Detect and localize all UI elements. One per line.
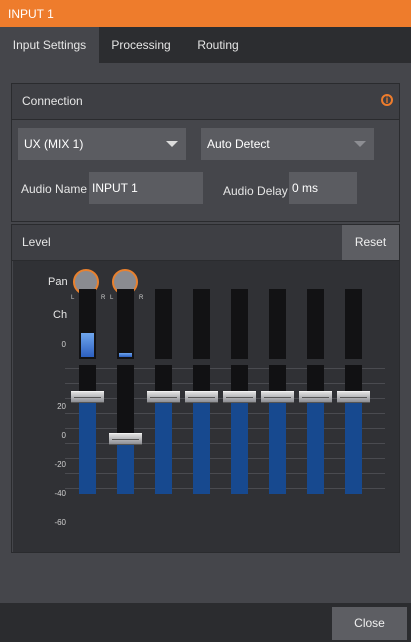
audio-name-label: Audio Name (21, 182, 88, 196)
fader-handle[interactable] (223, 391, 256, 404)
fader-track[interactable] (231, 365, 248, 494)
fader-level (345, 397, 362, 494)
source-select[interactable]: UX (MIX 1) (18, 128, 186, 160)
chevron-down-icon (354, 141, 366, 147)
level-group: Level Reset Pan L R L R Ch 0 20 0 -20 -4… (11, 224, 400, 553)
fader-handle[interactable] (185, 391, 218, 404)
level-meter (307, 289, 324, 359)
audio-delay-field[interactable]: 0 ms (289, 172, 357, 204)
fader-gridline (65, 413, 385, 414)
tab-input-settings[interactable]: Input Settings (0, 27, 99, 63)
audio-delay-label: Audio Delay (223, 184, 288, 198)
level-meter (269, 289, 286, 359)
meter-scale-label: 0 (61, 340, 66, 349)
reset-button[interactable]: Reset (342, 225, 399, 260)
fader-level (79, 397, 96, 494)
fader-level (231, 397, 248, 494)
level-meter (155, 289, 172, 359)
mode-select-value: Auto Detect (207, 137, 270, 151)
fader-gridline (65, 488, 385, 489)
fader-scale-label: 20 (57, 402, 66, 411)
level-meter (231, 289, 248, 359)
connection-group: Connection i UX (MIX 1) Auto Detect Audi… (11, 83, 400, 222)
fader-gridline (65, 473, 385, 474)
audio-mixer: Pan L R L R Ch 0 20 0 -20 -40 -60 123456… (13, 261, 399, 552)
fader-track[interactable] (345, 365, 362, 494)
level-meter (79, 289, 96, 359)
fader-track[interactable] (79, 365, 96, 494)
window-title: INPUT 1 (0, 0, 411, 27)
fader-handle[interactable] (147, 391, 180, 404)
fader-scale-label: -60 (54, 518, 66, 527)
tab-bar: Input Settings Processing Routing (0, 27, 411, 63)
mode-select[interactable]: Auto Detect (201, 128, 374, 160)
fader-scale-label: 0 (61, 431, 66, 440)
fader-handle[interactable] (109, 433, 142, 446)
footer-bar: Close (0, 603, 411, 642)
fader-handle[interactable] (261, 391, 294, 404)
fader-track[interactable] (307, 365, 324, 494)
fader-level (193, 397, 210, 494)
fader-scale-label: -40 (54, 489, 66, 498)
level-meter-fill (119, 353, 132, 357)
fader-level (269, 397, 286, 494)
channel-label: Ch (53, 309, 68, 321)
level-meter (193, 289, 210, 359)
connection-heading: Connection (12, 84, 399, 120)
level-meter-fill (81, 333, 94, 357)
settings-panel: Connection i UX (MIX 1) Auto Detect Audi… (0, 63, 411, 603)
fader-track[interactable] (193, 365, 210, 494)
fader-track[interactable] (155, 365, 172, 494)
tab-processing[interactable]: Processing (99, 27, 183, 63)
pan-right-label-2: R (139, 295, 144, 301)
source-select-value: UX (MIX 1) (24, 137, 84, 151)
close-button[interactable]: Close (332, 607, 407, 640)
fader-level (117, 439, 134, 494)
fader-handle[interactable] (337, 391, 370, 404)
pan-left-label: L (71, 295, 75, 301)
fader-handle[interactable] (71, 391, 104, 404)
pan-right-label: R (101, 295, 106, 301)
pan-label: Pan (48, 276, 68, 288)
fader-gridline (65, 428, 385, 429)
fader-gridline (65, 458, 385, 459)
fader-scale-label: -20 (54, 460, 66, 469)
pan-left-label-2: L (110, 295, 114, 301)
info-icon[interactable]: i (381, 94, 393, 106)
fader-track[interactable] (117, 365, 134, 494)
fader-level (307, 397, 324, 494)
audio-name-field[interactable]: INPUT 1 (89, 172, 203, 204)
fader-handle[interactable] (299, 391, 332, 404)
fader-level (155, 397, 172, 494)
chevron-down-icon (166, 141, 178, 147)
fader-track[interactable] (269, 365, 286, 494)
tab-routing[interactable]: Routing (183, 27, 253, 63)
fader-gridline (65, 368, 385, 369)
level-heading: Level (12, 225, 399, 261)
level-meter (345, 289, 362, 359)
level-meter (117, 289, 134, 359)
fader-gridline (65, 383, 385, 384)
